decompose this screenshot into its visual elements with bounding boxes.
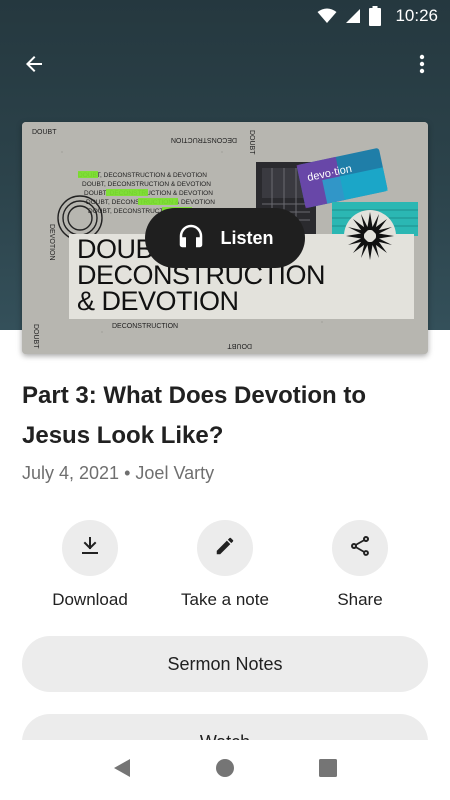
art-small-line: DOUBT, DECONSTRUCTION & DEVOTION	[84, 190, 213, 197]
nav-recents-icon[interactable]	[318, 758, 338, 783]
status-time: 10:26	[395, 6, 438, 25]
download-button[interactable]	[62, 520, 118, 576]
art-left-vertical-text: DEVOTION	[48, 224, 55, 261]
nav-back-icon[interactable]	[112, 758, 132, 783]
wifi-icon	[317, 8, 337, 24]
nav-home-icon[interactable]	[215, 758, 235, 783]
listen-button[interactable]: Listen	[145, 208, 305, 268]
sermon-date: July 4, 2021	[22, 463, 120, 483]
art-bottom-center-text: DECONSTRUCTION	[112, 323, 178, 330]
art-corner-top-left: DOUBT	[32, 129, 57, 136]
download-icon	[78, 534, 102, 563]
headphones-icon	[176, 221, 206, 256]
take-note-label: Take a note	[181, 590, 269, 609]
sermon-speaker: Joel Varty	[135, 463, 215, 483]
art-bottom-left-text: DOUBT	[32, 324, 39, 349]
art-small-line: DOUBT, DECONSTRUCTION & DEVOTION	[82, 181, 211, 188]
cell-signal-icon	[345, 8, 361, 24]
art-top-center-text: DECONSTRUCTION	[171, 136, 237, 143]
share-action[interactable]: Share	[300, 520, 420, 610]
download-label: Download	[52, 590, 128, 609]
art-top-right-text: DOUBT	[248, 130, 255, 155]
system-navigation-bar	[0, 740, 450, 800]
share-icon	[348, 534, 372, 563]
sermon-title: Part 3: What Does Devotion to Jesus Look…	[22, 382, 367, 449]
arrow-back-icon	[22, 52, 46, 81]
status-bar: 10:26	[0, 0, 450, 32]
meta-separator: •	[124, 463, 131, 483]
sermon-meta: July 4, 2021 • Joel Varty	[22, 463, 214, 484]
take-note-action[interactable]: Take a note	[165, 520, 285, 610]
art-bottom-right-text: DOUBT	[227, 342, 252, 349]
sermon-notes-button[interactable]: Sermon Notes	[22, 636, 428, 692]
take-note-button[interactable]	[197, 520, 253, 576]
share-label: Share	[337, 590, 383, 609]
back-button[interactable]	[14, 46, 54, 86]
spiral-emblem	[344, 210, 396, 262]
art-title-line-3: & DEVOTION	[77, 286, 239, 316]
listen-label: Listen	[220, 227, 274, 248]
share-button[interactable]	[332, 520, 388, 576]
download-action[interactable]: Download	[30, 520, 150, 610]
more-options-button[interactable]	[402, 46, 442, 86]
battery-icon	[369, 6, 382, 26]
more-vert-icon	[410, 52, 434, 81]
pencil-icon	[214, 535, 236, 562]
